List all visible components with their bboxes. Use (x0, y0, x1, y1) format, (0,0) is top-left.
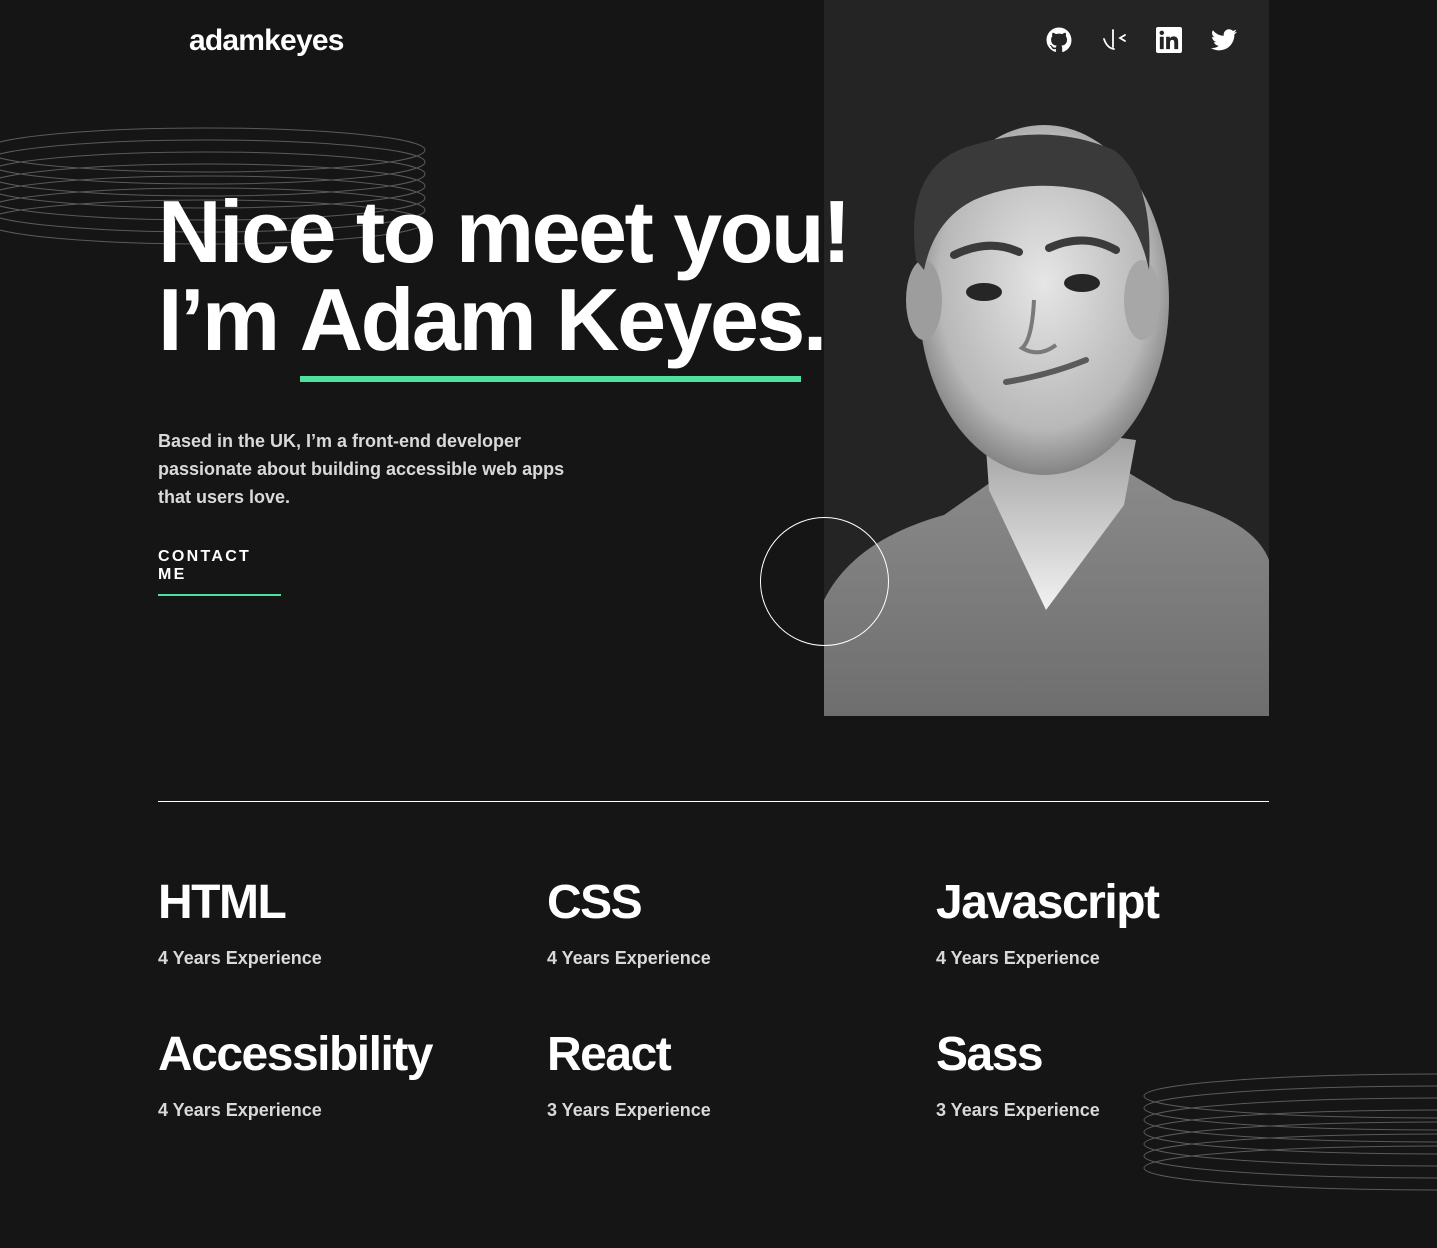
section-divider (158, 801, 1269, 802)
skill-experience: 4 Years Experience (936, 948, 1100, 968)
decorative-circle (760, 517, 889, 646)
skill-name: React (547, 1028, 672, 1081)
skill-name: Sass (936, 1028, 1044, 1081)
profile-photo (824, 0, 1269, 716)
linkedin-icon[interactable] (1156, 26, 1182, 54)
skill-item: Javascript 4 Years Experience (936, 872, 1269, 970)
skills-grid: HTML 4 Years Experience CSS 4 Years Expe… (158, 872, 1269, 1122)
twitter-icon[interactable] (1211, 26, 1237, 54)
hero-heading: Nice to meet you! I’m Adam Keyes. (158, 182, 851, 382)
hero-greeting: Nice to meet you! (158, 182, 851, 281)
skill-experience: 4 Years Experience (547, 948, 711, 968)
skill-name: CSS (547, 876, 643, 929)
contact-me-button[interactable]: CONTACT ME (158, 548, 281, 596)
hero-intro-line: I’m Adam Keyes. (158, 270, 849, 382)
hero-prefix: I’m (158, 270, 300, 369)
skill-item: Sass 3 Years Experience (936, 1024, 1269, 1122)
skill-item: React 3 Years Experience (547, 1024, 936, 1122)
site-logo[interactable]: adamkeyes (189, 24, 344, 58)
github-icon[interactable] (1046, 26, 1072, 54)
social-links (1046, 26, 1237, 54)
hero-name: Adam Keyes. (299, 270, 827, 382)
skill-experience: 3 Years Experience (547, 1100, 711, 1120)
skill-experience: 4 Years Experience (158, 1100, 322, 1120)
hero-description: Based in the UK, I’m a front-end develop… (158, 431, 565, 507)
skill-name: Javascript (936, 876, 1160, 929)
frontend-mentor-icon[interactable] (1101, 26, 1127, 54)
skill-name: HTML (158, 876, 287, 929)
skill-item: Accessibility 4 Years Experience (158, 1024, 547, 1122)
skill-experience: 4 Years Experience (158, 948, 322, 968)
skill-item: HTML 4 Years Experience (158, 872, 547, 970)
skill-name: Accessibility (158, 1028, 433, 1081)
skill-item: CSS 4 Years Experience (547, 872, 936, 970)
skill-experience: 3 Years Experience (936, 1100, 1100, 1120)
